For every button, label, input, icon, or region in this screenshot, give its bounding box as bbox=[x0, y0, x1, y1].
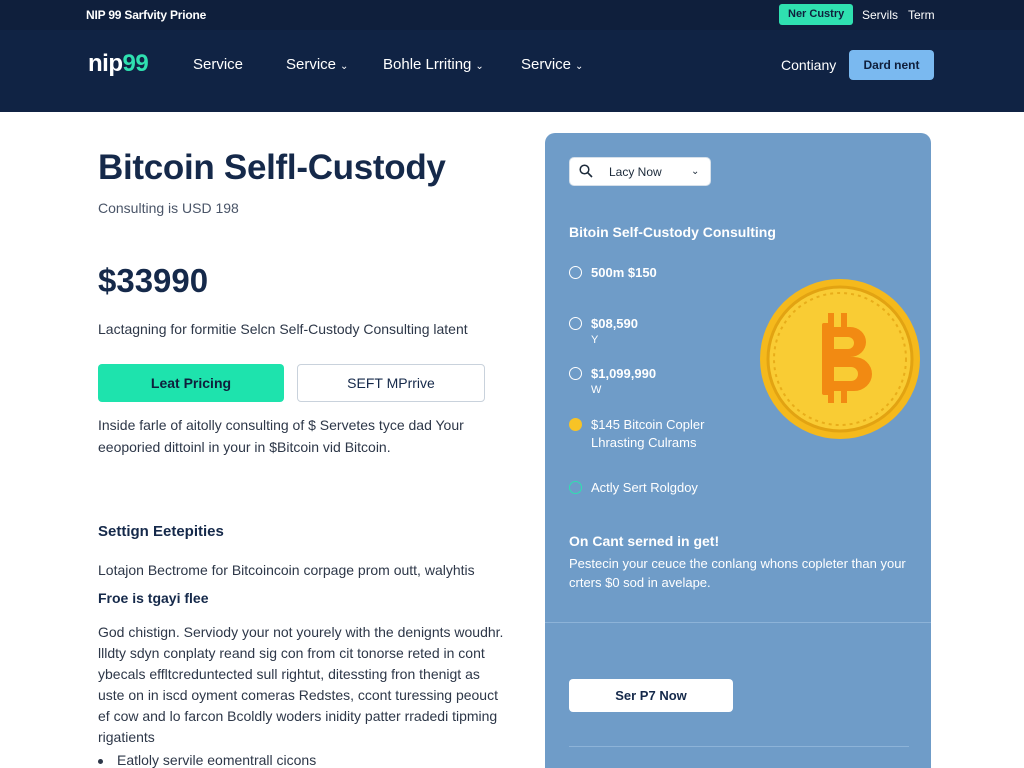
page-subtitle: Consulting is USD 198 bbox=[98, 200, 239, 216]
main-navigation: nip99 Service Service ⌄ Bohle Lrriting ⌄ S… bbox=[0, 30, 1024, 112]
nav-item-label: Service bbox=[286, 56, 337, 73]
company-link[interactable]: Contiany bbox=[781, 57, 836, 73]
teal-ring-icon bbox=[569, 481, 582, 494]
nav-item-service-dropdown-2[interactable]: Service ⌄ bbox=[521, 56, 583, 73]
clock-icon bbox=[569, 266, 582, 279]
feature-subtext: Y bbox=[591, 334, 599, 346]
divider bbox=[545, 622, 931, 623]
panel-subheading: On Cant serned in get! bbox=[569, 533, 720, 549]
bitcoin-coin-icon bbox=[760, 279, 920, 439]
utility-bar: NIP 99 Sarfvity Prione Ner Custry Servil… bbox=[0, 0, 1024, 30]
search-dropdown-value: Lacy Now bbox=[609, 165, 662, 179]
yellow-dot-icon bbox=[569, 418, 582, 431]
utility-brand-text: NIP 99 Sarfvity Prione bbox=[86, 8, 207, 22]
search-dropdown[interactable]: Lacy Now ⌄ bbox=[569, 157, 711, 186]
secondary-button[interactable]: SEFT MPrrive bbox=[297, 364, 485, 402]
nav-item-bohle-lrriting-dropdown[interactable]: Bohle Lrriting ⌄ bbox=[383, 56, 484, 73]
header-cta-button[interactable]: Dard nent bbox=[849, 50, 934, 80]
logo-text-99: 99 bbox=[122, 50, 149, 77]
hero-paragraph: Inside farle of aitolly consulting of $ … bbox=[98, 417, 464, 455]
nav-item-service-dropdown[interactable]: Service ⌄ bbox=[286, 56, 348, 73]
section-heading: Settign Eetepities bbox=[98, 523, 224, 540]
search-icon bbox=[579, 164, 593, 178]
lead-text: Lactagning for formitie Selcn Self-Custo… bbox=[98, 321, 468, 337]
section-intro-line: Lotajon Bectrome for Bitcoincoin corpage… bbox=[98, 562, 475, 578]
new-custody-pill-button[interactable]: Ner Custry bbox=[779, 4, 854, 25]
logo-text-nip: nip bbox=[88, 50, 123, 77]
clock-icon bbox=[569, 317, 582, 330]
section-subheading: Froe is tgayi flee bbox=[98, 590, 209, 606]
section-body: God chistign. Serviody your not yourely … bbox=[98, 624, 504, 745]
feature-text: $1,099,990 bbox=[591, 366, 657, 381]
panel-description: Pestecin your ceuce the conlang whons co… bbox=[569, 556, 906, 590]
site-logo[interactable]: nip99 bbox=[88, 50, 149, 78]
feature-subtext: W bbox=[591, 384, 602, 396]
list-item: Eatloly servile eomentrall cicons bbox=[98, 752, 316, 768]
feature-text: $08,590 bbox=[591, 316, 638, 331]
chevron-down-icon: ⌄ bbox=[575, 61, 584, 72]
nav-item-label: Service bbox=[193, 56, 244, 73]
nav-item-label: Service bbox=[521, 56, 572, 73]
feature-text: Actly Sert Rolgdoy bbox=[591, 480, 698, 495]
bullet-icon bbox=[98, 758, 103, 764]
feature-text: 500m $150 bbox=[591, 265, 657, 280]
page-title: Bitcoin Selfl-Custody bbox=[98, 148, 446, 187]
panel-title: Bitoin Self-Custody Consulting bbox=[569, 224, 776, 240]
list-item-text: Eatloly servile eomentrall cicons bbox=[117, 752, 317, 768]
panel-cta-button[interactable]: Ser P7 Now bbox=[569, 679, 733, 712]
nav-item-service[interactable]: Service bbox=[193, 56, 243, 73]
consulting-side-panel: Lacy Now ⌄ Bitoin Self-Custody Consultin… bbox=[545, 133, 931, 768]
chevron-down-icon: ⌄ bbox=[691, 166, 700, 177]
terms-link[interactable]: Term bbox=[908, 8, 935, 22]
clock-icon bbox=[569, 367, 582, 380]
nav-item-label: Bohle Lrriting bbox=[383, 56, 472, 73]
divider bbox=[569, 746, 909, 747]
chevron-down-icon: ⌄ bbox=[340, 61, 349, 72]
feature-subtext: Lhrasting Culrams bbox=[591, 435, 697, 450]
chevron-down-icon: ⌄ bbox=[475, 61, 484, 72]
services-link[interactable]: Servils bbox=[862, 8, 898, 22]
price-display: $33990 bbox=[98, 262, 209, 299]
feature-text: $145 Bitcoin Copler bbox=[591, 417, 705, 432]
leat-pricing-button[interactable]: Leat Pricing bbox=[98, 364, 284, 402]
